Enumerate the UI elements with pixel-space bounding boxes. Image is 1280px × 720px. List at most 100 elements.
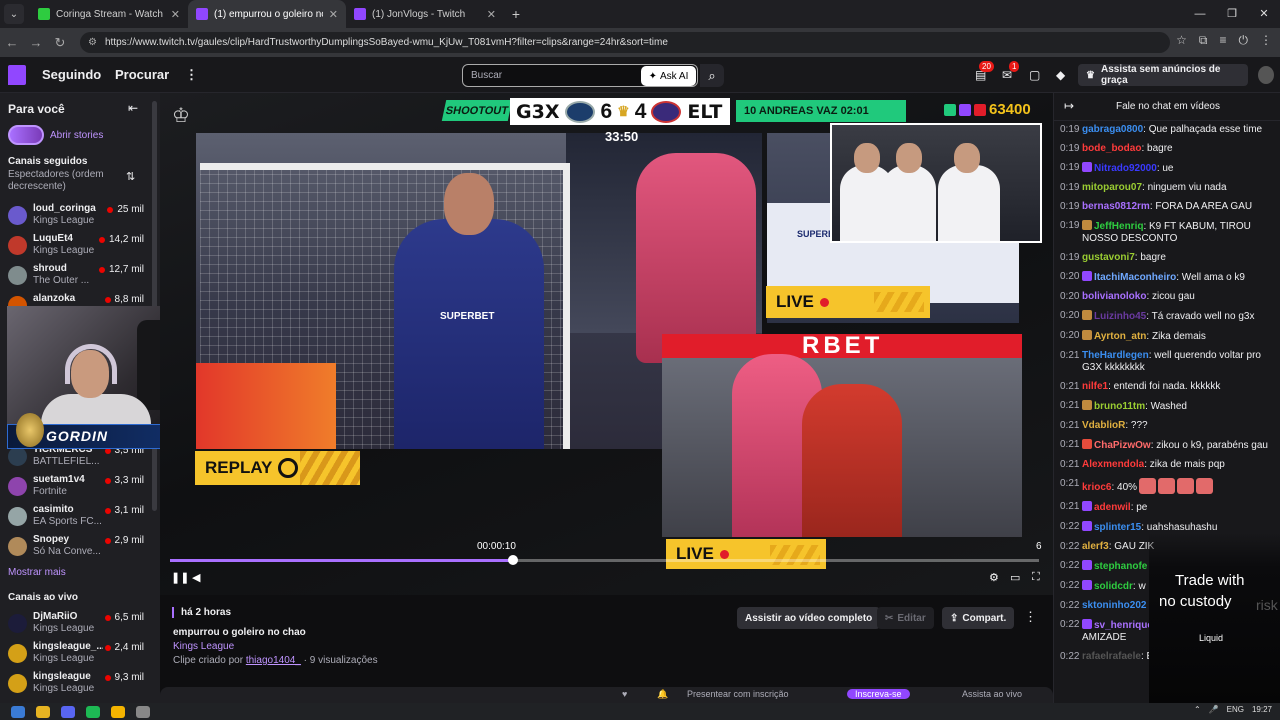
chat-username[interactable]: TheHardlegen bbox=[1082, 350, 1149, 361]
sidebar-channel-row[interactable]: kingsleague Kings League 9,3 mil bbox=[8, 670, 144, 696]
search-button[interactable]: ⌕ bbox=[700, 64, 724, 87]
chat-username[interactable]: bernas0812rm bbox=[1082, 201, 1150, 212]
tab-search-button[interactable]: ⌄ bbox=[4, 4, 24, 24]
creator-link[interactable]: thiago1404_ bbox=[246, 655, 301, 666]
browser-tab[interactable]: (1) empurrou o goleiro no c ✕ bbox=[188, 0, 346, 28]
share-button[interactable]: ⇪ Compart. bbox=[942, 607, 1015, 629]
collapse-sidebar-icon[interactable]: ⇤ bbox=[128, 101, 138, 115]
more-options-icon[interactable]: ⋮ bbox=[1024, 609, 1037, 625]
chat-username[interactable]: splinter15 bbox=[1094, 522, 1141, 533]
chat-username[interactable]: gustavoni7 bbox=[1082, 252, 1135, 263]
site-info-icon[interactable]: ⚙ bbox=[88, 37, 97, 48]
watch-full-video-button[interactable]: Assistir ao vídeo completo bbox=[737, 607, 881, 629]
clock[interactable]: 19:27 bbox=[1252, 705, 1272, 714]
clip-category[interactable]: Kings League bbox=[173, 641, 234, 652]
subscribe-button[interactable]: Inscreva-se bbox=[847, 689, 910, 699]
user-avatar[interactable] bbox=[1258, 66, 1274, 84]
tab-close-icon[interactable]: ✕ bbox=[171, 8, 180, 21]
bits-icon[interactable]: ◆ bbox=[1056, 68, 1065, 82]
stories-button[interactable]: Abrir stories bbox=[8, 125, 103, 145]
chat-username[interactable]: JeffHenriq bbox=[1094, 221, 1143, 232]
edit-button[interactable]: ✂ Editar bbox=[877, 607, 934, 629]
ad-free-button[interactable]: ♛ Assista sem anúncios de graça bbox=[1078, 64, 1248, 86]
obs-icon[interactable] bbox=[136, 705, 150, 718]
discord-icon[interactable] bbox=[61, 705, 75, 718]
chat-username[interactable]: adenwil bbox=[1094, 502, 1131, 513]
chat-username[interactable]: bruno11tm bbox=[1094, 401, 1145, 412]
bookmark-star-icon[interactable]: ☆ bbox=[1176, 33, 1187, 48]
chat-username[interactable]: Luizinho45 bbox=[1094, 311, 1146, 322]
fullscreen-icon[interactable]: ⛶ bbox=[1032, 571, 1040, 584]
seek-bar[interactable] bbox=[170, 555, 1039, 565]
gift-sub-button[interactable]: Presentear com inscrição bbox=[687, 689, 789, 699]
more-menu-icon[interactable]: ⋮ bbox=[185, 67, 198, 83]
media-icon[interactable]: ≡ bbox=[1219, 33, 1226, 48]
profile-icon[interactable]: ⏻ bbox=[1239, 33, 1249, 48]
chat-username[interactable]: ChaPizwOw bbox=[1094, 440, 1151, 451]
minimize-button[interactable]: — bbox=[1184, 0, 1216, 28]
watch-live-button[interactable]: Assista ao vivo bbox=[962, 689, 1022, 699]
chat-username[interactable]: VdablioR bbox=[1082, 420, 1125, 431]
seek-handle[interactable] bbox=[508, 555, 519, 565]
sidebar-channel-row[interactable]: casimito EA Sports FC... 3,1 mil bbox=[8, 503, 144, 529]
heart-icon[interactable]: ♥ bbox=[622, 689, 627, 699]
chat-username[interactable]: gabraga0800 bbox=[1082, 124, 1143, 135]
lang-indicator[interactable]: ENG bbox=[1227, 705, 1244, 714]
tray-arrow-icon[interactable]: ⌃ bbox=[1194, 705, 1201, 714]
sidebar-channel-row[interactable]: Snopey Só Na Conve... 2,9 mil bbox=[8, 533, 144, 559]
sort-icon[interactable]: ⇅ bbox=[126, 170, 135, 183]
show-more-link[interactable]: Mostrar mais bbox=[8, 567, 66, 578]
chat-username[interactable]: rafaelrafaele bbox=[1082, 651, 1141, 662]
sidebar-channel-row[interactable]: loud_coringa Kings League 25 mil bbox=[8, 202, 144, 228]
mic-icon[interactable]: 🎤 bbox=[1209, 705, 1219, 714]
sidebar-channel-row[interactable]: suetam1v4 Fortnite 3,3 mil bbox=[8, 473, 144, 499]
chat-username[interactable]: bode_bodao bbox=[1082, 143, 1141, 154]
sidebar-channel-row[interactable]: kingsleague_... Kings League 2,4 mil bbox=[8, 640, 144, 666]
settings-icon[interactable]: ⚙ bbox=[989, 571, 999, 584]
nav-following[interactable]: Seguindo bbox=[42, 67, 101, 82]
extensions-icon[interactable]: ⧉ bbox=[1199, 33, 1208, 48]
theatre-mode-icon[interactable]: ▭ bbox=[1010, 571, 1020, 584]
chrome-icon[interactable] bbox=[111, 705, 125, 718]
close-window-button[interactable]: ✕ bbox=[1248, 0, 1280, 28]
sidebar-channel-row[interactable]: shroud The Outer ... 12,7 mil bbox=[8, 262, 144, 288]
chat-username[interactable]: stephanofe bbox=[1094, 561, 1147, 572]
nav-browse[interactable]: Procurar bbox=[115, 67, 169, 82]
chat-username[interactable]: alerf3 bbox=[1082, 541, 1109, 552]
back-icon[interactable]: ← bbox=[0, 35, 24, 50]
tab-close-icon[interactable]: ✕ bbox=[487, 8, 496, 21]
chat-username[interactable]: bolivianoloko bbox=[1082, 291, 1146, 302]
forward-icon[interactable]: → bbox=[24, 35, 48, 50]
chat-username[interactable]: sktoninho202 bbox=[1082, 600, 1146, 611]
chat-ad-overlay[interactable]: Trade with no custody risk Liquid bbox=[1149, 533, 1280, 703]
expand-chat-icon[interactable]: ↦ bbox=[1064, 99, 1074, 113]
sidebar-channel-row[interactable]: DjMaRiiO Kings League 6,5 mil bbox=[8, 610, 144, 636]
volume-icon[interactable]: ◀ bbox=[192, 571, 200, 584]
twitch-logo-icon[interactable] bbox=[8, 65, 26, 85]
maximize-button[interactable]: ❐ bbox=[1216, 0, 1248, 28]
browser-tab[interactable]: (1) JonVlogs - Twitch ✕ bbox=[346, 0, 504, 28]
menu-icon[interactable]: ⋮ bbox=[1260, 33, 1272, 48]
chat-username[interactable]: Alexmendola bbox=[1082, 459, 1144, 470]
chat-username[interactable]: nilfe1 bbox=[1082, 381, 1108, 392]
pause-icon[interactable]: ❚❚ bbox=[171, 571, 189, 584]
chat-username[interactable]: ItachiMaconheiro bbox=[1094, 272, 1176, 283]
spotify-icon[interactable] bbox=[86, 705, 100, 718]
bell-icon[interactable]: 🔔 bbox=[657, 689, 668, 700]
video-player[interactable]: ♔ SUPERBET SUPERBET LIVE RBET LIVE REPLA… bbox=[160, 93, 1053, 595]
file-explorer-icon[interactable] bbox=[36, 705, 50, 718]
start-icon[interactable] bbox=[11, 705, 25, 718]
tab-close-icon[interactable]: ✕ bbox=[329, 8, 338, 21]
new-tab-button[interactable]: + bbox=[504, 6, 528, 22]
chat-username[interactable]: Nitrado92000 bbox=[1094, 163, 1157, 174]
chat-username[interactable]: krioc6 bbox=[1082, 482, 1111, 493]
chat-username[interactable]: Ayrton_atn bbox=[1094, 331, 1146, 342]
sidebar-channel-row[interactable]: LuquEt4 Kings League 14,2 mil bbox=[8, 232, 144, 258]
ask-ai-button[interactable]: ✦ Ask AI bbox=[641, 66, 696, 86]
url-field[interactable]: ⚙ https://www.twitch.tv/gaules/clip/Hard… bbox=[80, 32, 1170, 53]
chat-username[interactable]: mitoparou07 bbox=[1082, 182, 1142, 193]
browser-tab[interactable]: Coringa Stream - Watch Live o ✕ bbox=[30, 0, 188, 28]
whispers-icon[interactable]: ▢ bbox=[1029, 68, 1040, 82]
reload-icon[interactable]: ↻ bbox=[48, 35, 72, 51]
chat-username[interactable]: sv_henrique bbox=[1094, 620, 1153, 631]
